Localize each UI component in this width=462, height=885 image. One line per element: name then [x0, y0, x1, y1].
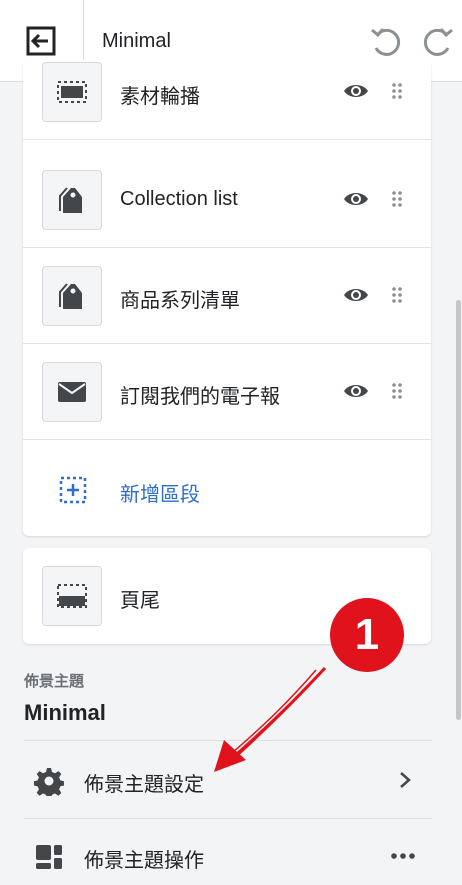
- drag-handle-icon[interactable]: [391, 382, 403, 400]
- eye-icon[interactable]: [343, 284, 369, 306]
- eye-icon[interactable]: [343, 188, 369, 210]
- gear-icon: [34, 768, 64, 796]
- annotation-number-badge: 1: [330, 598, 404, 672]
- eye-icon[interactable]: [343, 80, 369, 102]
- add-section-button[interactable]: 新增區段: [23, 440, 431, 536]
- theme-actions-button[interactable]: 佈景主題操作: [24, 818, 432, 885]
- drag-handle-icon[interactable]: [391, 286, 403, 304]
- annotation-arrow-icon: [214, 666, 327, 772]
- more-icon[interactable]: [390, 844, 416, 868]
- section-row[interactable]: Collection list: [23, 152, 431, 248]
- footer-icon: [42, 566, 102, 626]
- section-label: 素材輪播: [120, 86, 200, 108]
- section-row[interactable]: 商品系列清單: [23, 248, 431, 344]
- theme-name-value: Minimal: [24, 700, 106, 725]
- tag-icon: [42, 266, 102, 326]
- drag-handle-icon[interactable]: [391, 190, 403, 208]
- theme-caption: 佈景主題: [24, 673, 85, 690]
- chevron-right-icon: [400, 772, 411, 788]
- add-section-label: 新增區段: [120, 484, 200, 506]
- sections-card: 素材輪播 Collection list 商品系列清單 訂閱我們的電子報 新增區…: [23, 60, 431, 536]
- theme-actions-label: 佈景主題操作: [84, 850, 204, 872]
- tag-icon: [42, 170, 102, 230]
- mail-icon: [42, 362, 102, 422]
- scrollbar-thumb[interactable]: [456, 300, 461, 720]
- section-label: 訂閱我們的電子報: [120, 386, 280, 408]
- slideshow-icon: [42, 62, 102, 122]
- section-label: 商品系列清單: [120, 290, 240, 312]
- eye-icon[interactable]: [343, 380, 369, 402]
- layout-icon: [36, 845, 62, 869]
- footer-section-label: 頁尾: [120, 590, 160, 612]
- theme-settings-label: 佈景主題設定: [84, 774, 204, 796]
- add-section-icon: [59, 476, 87, 504]
- drag-handle-icon[interactable]: [391, 82, 403, 100]
- section-row[interactable]: 訂閱我們的電子報: [23, 344, 431, 440]
- section-row[interactable]: 素材輪播: [23, 44, 431, 140]
- section-label: Collection list: [120, 188, 238, 210]
